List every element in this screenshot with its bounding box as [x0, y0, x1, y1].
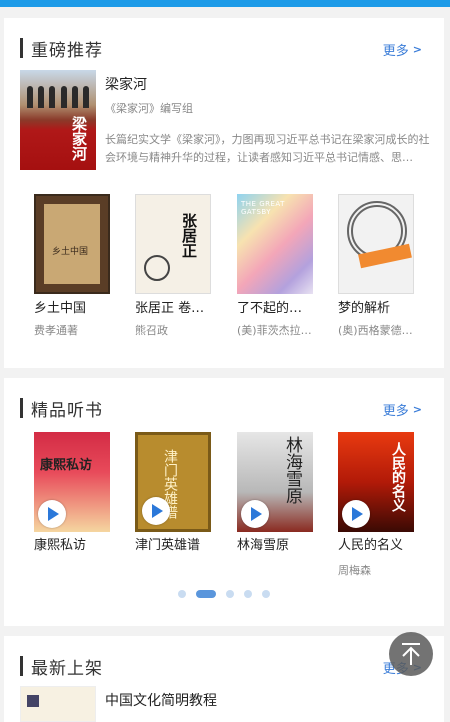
book-author: 熊召政: [135, 324, 168, 337]
play-icon[interactable]: [241, 500, 269, 528]
book-title[interactable]: 林海雪原: [237, 534, 321, 553]
section-title: 最新上架: [31, 658, 103, 679]
book-cover[interactable]: 乡土中国: [34, 194, 110, 294]
more-link[interactable]: 更多 >: [383, 40, 422, 59]
pager-dot[interactable]: [178, 590, 186, 598]
pager-dot[interactable]: [244, 590, 252, 598]
featured-book-author: 《梁家河》编写组: [105, 102, 193, 115]
featured-book-title[interactable]: 梁家河: [105, 74, 147, 94]
book-title[interactable]: 中国文化简明教程: [105, 690, 217, 710]
book-title[interactable]: 人民的名义: [338, 534, 422, 553]
book-title[interactable]: 梦的解析: [338, 297, 422, 316]
section-header: 最新上架: [20, 654, 103, 679]
featured-book-cover[interactable]: 梁家河: [20, 70, 96, 170]
cover-title: 梁家河: [70, 116, 88, 161]
new-arrivals-section: 最新上架 更多 > 中国文化简明教程: [4, 636, 444, 722]
play-icon[interactable]: [142, 497, 170, 525]
cover-title: 张居正: [180, 213, 198, 258]
section-title: 精品听书: [31, 400, 103, 421]
book-title[interactable]: 张居正 卷…: [135, 297, 219, 316]
pager-dot-active[interactable]: [196, 590, 216, 598]
cover-title: THE GREAT GATSBY: [241, 200, 285, 216]
more-link[interactable]: 更多 >: [383, 400, 422, 419]
cover-title: 人民的名义: [390, 442, 406, 512]
section-title: 重磅推荐: [31, 40, 103, 61]
chevron-right-icon: >: [412, 43, 422, 56]
book-cover[interactable]: THE GREAT GATSBY: [237, 194, 313, 294]
book-author: 周梅森: [338, 564, 371, 577]
more-label: 更多: [382, 404, 409, 419]
featured-section: 重磅推荐 更多 > 梁家河 梁家河 《梁家河》编写组 长篇纪实文学《梁家河》，力…: [4, 18, 444, 368]
book-title[interactable]: 康熙私访: [34, 534, 118, 553]
section-header: 精品听书: [20, 396, 103, 421]
book-cover[interactable]: 张居正: [135, 194, 211, 294]
section-marker: [20, 38, 23, 58]
cover-title: 乡土中国: [52, 247, 89, 257]
chevron-right-icon: >: [412, 403, 422, 416]
book-cover[interactable]: [338, 194, 414, 294]
book-author: (美)菲茨杰拉…: [237, 324, 312, 337]
book-author: 费孝通著: [34, 324, 78, 337]
seal-illustration: [144, 255, 170, 281]
audio-book-cover[interactable]: 津门英雄谱: [135, 432, 211, 532]
book-title[interactable]: 了不起的…: [237, 297, 321, 316]
top-status-bar: [0, 0, 450, 7]
qr-code-icon: [27, 695, 39, 707]
audio-book-cover[interactable]: 林海雪原: [237, 432, 313, 532]
more-label: 更多: [382, 44, 409, 59]
section-marker: [20, 398, 23, 418]
featured-book-description: 长篇纪实文学《梁家河》，力图再现习近平总书记在梁家河成长的社会环境与精神升华的过…: [105, 133, 430, 164]
pager-dot[interactable]: [226, 590, 234, 598]
play-icon[interactable]: [38, 500, 66, 528]
frame-right: [446, 7, 450, 722]
book-cover[interactable]: [20, 686, 96, 722]
pager-dot[interactable]: [262, 590, 270, 598]
section-marker: [20, 656, 23, 676]
audio-section: 精品听书 更多 > 康熙私访 康熙私访 津门英雄谱 津门英雄谱 林海雪原 林海雪…: [4, 378, 444, 626]
carousel-pager: [4, 590, 444, 598]
arrow-up-icon: [402, 643, 420, 665]
back-to-top-icon[interactable]: [389, 632, 433, 676]
audio-book-cover[interactable]: 康熙私访: [34, 432, 110, 532]
book-author: (奥)西格蒙德…: [338, 324, 413, 337]
people-illustration: [24, 86, 92, 110]
audio-book-cover[interactable]: 人民的名义: [338, 432, 414, 532]
cover-title: 康熙私访: [40, 458, 93, 473]
section-header: 重磅推荐: [20, 36, 103, 61]
play-icon[interactable]: [342, 500, 370, 528]
book-title[interactable]: 津门英雄谱: [135, 534, 219, 553]
cover-title: 林海雪原: [282, 436, 302, 504]
book-title[interactable]: 乡土中国: [34, 297, 118, 316]
